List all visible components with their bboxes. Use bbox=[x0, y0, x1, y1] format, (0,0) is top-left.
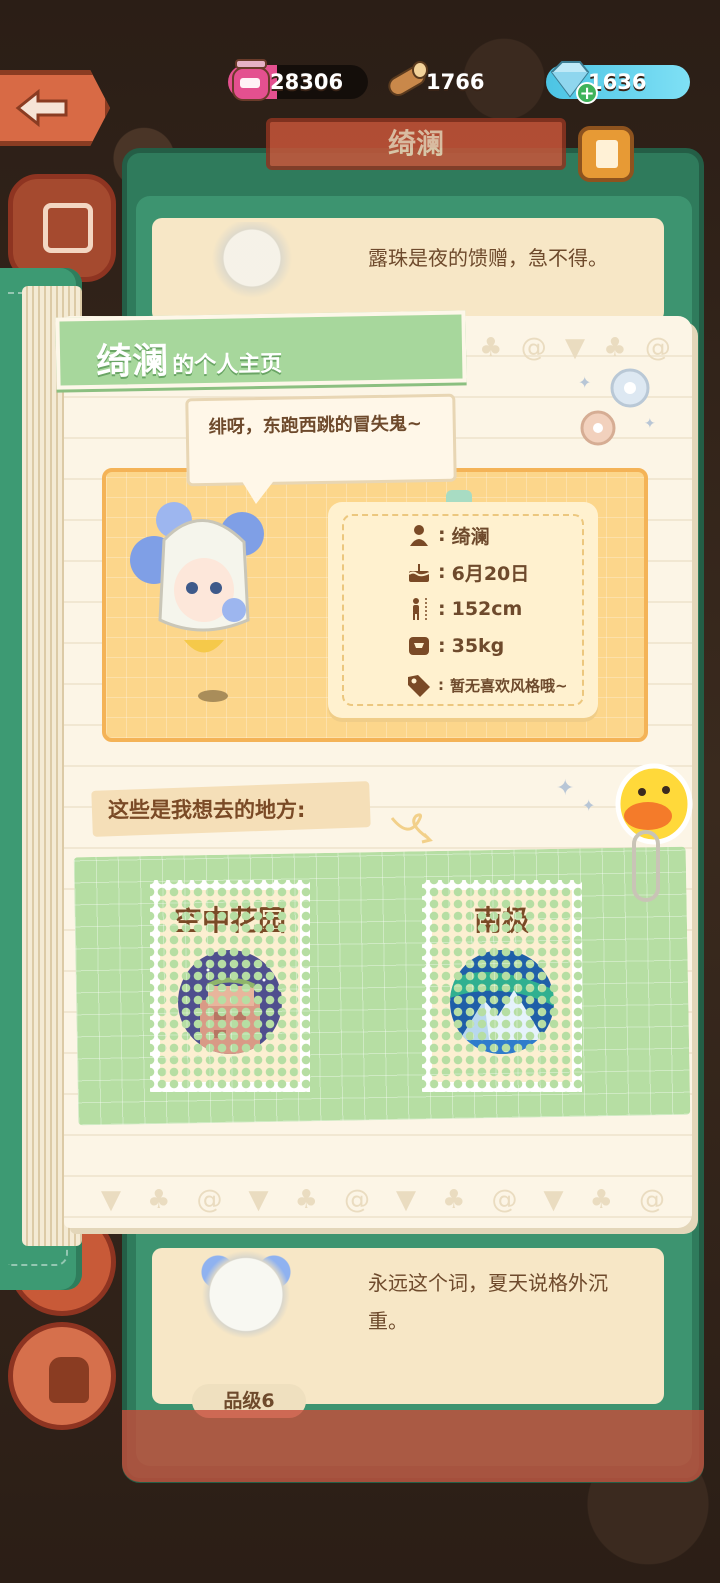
info-height: 152cm bbox=[451, 598, 523, 620]
cat-icon: ▼ bbox=[396, 1185, 417, 1215]
spiral-icon: @ bbox=[520, 333, 547, 363]
info-style-row: : 暂无喜欢风格哦~ bbox=[406, 670, 568, 700]
cake-icon bbox=[406, 559, 432, 585]
paperclip-icon bbox=[632, 830, 660, 902]
back-button[interactable] bbox=[0, 70, 110, 146]
wood-log-icon bbox=[388, 61, 428, 96]
club-icon: ♣ bbox=[589, 1185, 613, 1215]
arrow-left-icon bbox=[15, 88, 68, 128]
svg-text:✦: ✦ bbox=[644, 416, 656, 432]
story-text: 露珠是夜的馈赠，急不得。 bbox=[368, 246, 608, 270]
cat-icon: ▼ bbox=[543, 1185, 564, 1215]
spiral-icon: @ bbox=[196, 1185, 223, 1215]
book-icon[interactable] bbox=[578, 126, 634, 182]
info-style: 暂无喜欢风格哦~ bbox=[450, 676, 568, 695]
speech-bubble: 绯呀，东跑西跳的冒失鬼~ bbox=[185, 393, 457, 487]
sparkle-icon: ✦ bbox=[582, 796, 596, 815]
destination-name: 南极 bbox=[473, 904, 530, 937]
info-weight-row: : 35kg bbox=[406, 631, 504, 661]
club-icon: ♣ bbox=[442, 1185, 466, 1215]
flower-icon: ✦ ✦ bbox=[578, 368, 656, 446]
page-title-suffix: 的个人主页 bbox=[172, 351, 283, 379]
windows-icon bbox=[43, 203, 93, 253]
spiral-icon: @ bbox=[343, 1185, 370, 1215]
club-icon: ♣ bbox=[479, 333, 503, 363]
destination-name: 空中花园 bbox=[173, 904, 286, 937]
tag-icon bbox=[406, 672, 432, 698]
scale-icon bbox=[406, 633, 432, 659]
wood-resource: 1766 bbox=[384, 61, 514, 100]
height-icon bbox=[406, 596, 432, 622]
background-panel-title: 绮澜 bbox=[266, 118, 566, 170]
destination-stamp[interactable]: 南极 bbox=[422, 880, 582, 1092]
info-birthday-row: : 6月20日 bbox=[406, 557, 529, 587]
cat-icon: ▼ bbox=[101, 1185, 122, 1215]
info-name-row: : 绮澜 bbox=[406, 520, 490, 550]
page-border-decoration: ▼ ♣ @ ▼ ♣ @ ▼ ♣ @ ▼ ♣ @ bbox=[88, 1180, 678, 1220]
info-weight: 35kg bbox=[451, 635, 505, 657]
jam-resource: 28306 bbox=[228, 59, 368, 101]
sparkle-icon: ✦ bbox=[556, 776, 575, 801]
add-gem-icon[interactable]: + bbox=[576, 82, 598, 104]
character-portrait bbox=[212, 222, 292, 312]
svg-text:✦: ✦ bbox=[578, 373, 591, 392]
info-name: 绮澜 bbox=[451, 525, 490, 548]
gem-resource[interactable]: + 1636 bbox=[546, 61, 690, 104]
antarctica-image bbox=[450, 950, 554, 1054]
hand-button[interactable] bbox=[8, 1322, 116, 1430]
info-birthday: 6月20日 bbox=[451, 562, 530, 585]
destination-stamp[interactable]: 空中花园 bbox=[150, 880, 310, 1092]
cat-icon: ▼ bbox=[248, 1185, 269, 1215]
club-icon: ♣ bbox=[147, 1185, 171, 1215]
character-name: 绮澜 bbox=[95, 340, 169, 383]
sky-garden-image bbox=[178, 950, 282, 1054]
spiral-icon: @ bbox=[638, 1185, 665, 1215]
club-icon: ♣ bbox=[294, 1185, 318, 1215]
character-avatar[interactable] bbox=[124, 490, 280, 670]
switch-view-button[interactable] bbox=[8, 174, 116, 282]
spiral-icon: @ bbox=[491, 1185, 518, 1215]
person-icon bbox=[406, 522, 432, 548]
story-text: 永远这个词，夏天说格外沉重。 bbox=[368, 1271, 608, 1333]
page-title: 绮澜 的个人主页 bbox=[55, 310, 467, 390]
wish-label: 这些是我想去的地方: bbox=[108, 798, 306, 822]
jam-jar-icon bbox=[232, 59, 270, 101]
character-portrait bbox=[176, 1242, 316, 1392]
info-height-row: : 152cm bbox=[406, 594, 522, 624]
background-bottom-bar bbox=[122, 1410, 704, 1482]
squiggle-arrow-icon bbox=[390, 813, 433, 844]
character-shadow bbox=[198, 690, 228, 702]
hand-pointer-icon bbox=[49, 1357, 89, 1403]
